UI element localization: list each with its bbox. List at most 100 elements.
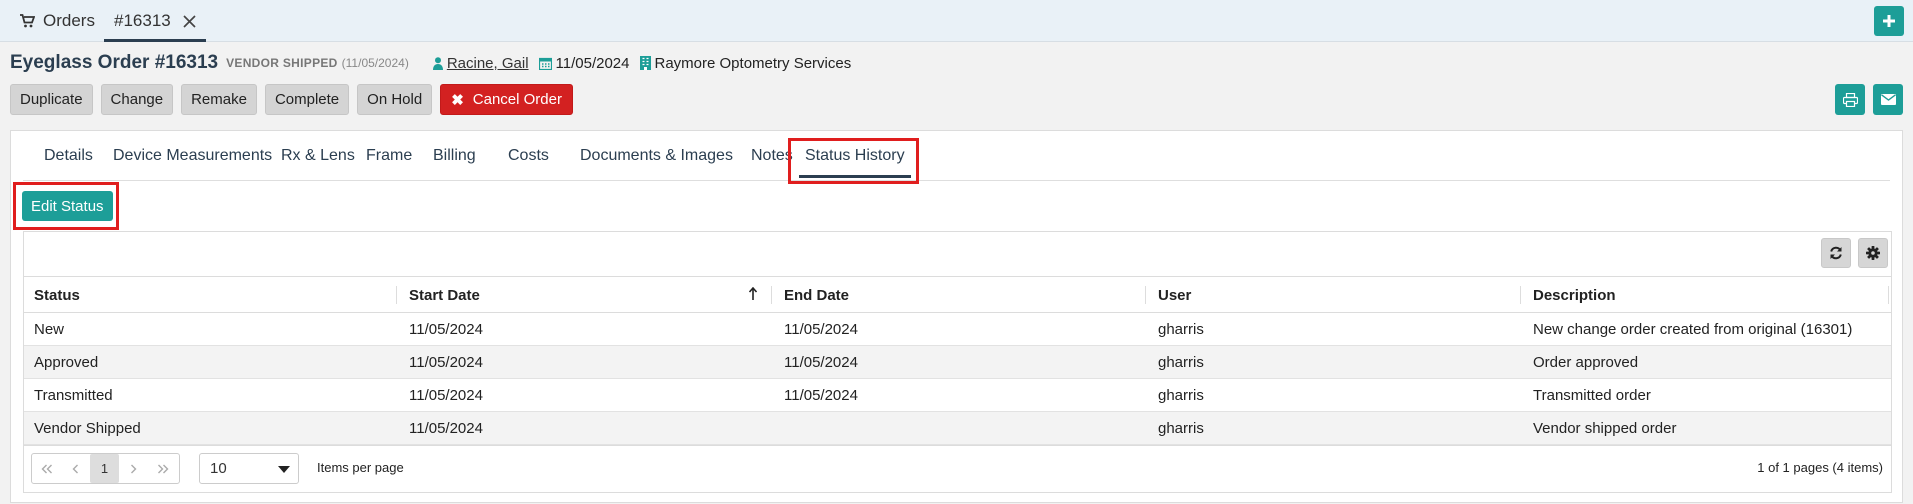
column-header-end-date[interactable]: End Date: [774, 277, 849, 313]
grid-toolbar: [24, 232, 1891, 277]
refresh-button[interactable]: [1821, 238, 1851, 268]
first-page-button[interactable]: [32, 454, 61, 483]
chevrons-right-icon: [157, 464, 168, 473]
complete-button[interactable]: Complete: [264, 84, 350, 115]
calendar-icon: [538, 57, 552, 70]
order-status-date: (11/05/2024): [341, 56, 409, 70]
edit-status-button[interactable]: Edit Status: [22, 191, 113, 221]
page-size-select[interactable]: 10: [199, 453, 299, 484]
status-history-grid: Status Start Date End Date User Descript…: [23, 231, 1892, 493]
cell-end-date: 11/05/2024: [784, 354, 858, 371]
order-date: 11/05/2024: [555, 54, 630, 72]
cell-end-date: 11/05/2024: [784, 321, 858, 338]
user-icon: [432, 56, 443, 70]
tab-orders-label: Orders: [43, 11, 95, 30]
cell-description: Transmitted order: [1533, 387, 1651, 404]
tab-rx-lens[interactable]: Rx & Lens: [271, 131, 365, 181]
tab-costs[interactable]: Costs: [498, 131, 559, 181]
gear-icon: [1866, 246, 1880, 260]
page-info: 1 of 1 pages (4 items): [1757, 460, 1883, 475]
cell-status: Transmitted: [34, 387, 113, 404]
page-title: Eyeglass Order #16313: [10, 52, 219, 73]
cell-start-date: 11/05/2024: [409, 321, 483, 338]
cancel-order-button[interactable]: ✖ Cancel Order: [440, 84, 573, 115]
chevron-left-icon: [72, 464, 78, 473]
cell-description: New change order created from original (…: [1533, 321, 1853, 338]
tab-notes[interactable]: Notes: [741, 131, 803, 181]
last-page-button[interactable]: [148, 454, 177, 483]
cell-start-date: 11/05/2024: [409, 387, 483, 404]
tab-details[interactable]: Details: [34, 131, 103, 181]
tab-order-label: #16313: [114, 11, 171, 30]
items-per-page-label: Items per page: [317, 460, 404, 475]
column-header-description[interactable]: Description: [1523, 277, 1616, 313]
envelope-icon: [1880, 94, 1896, 105]
cell-end-date: 11/05/2024: [784, 387, 858, 404]
remake-button[interactable]: Remake: [181, 84, 257, 115]
top-tab-bar: Orders #16313: [0, 0, 1913, 42]
cell-status: Vendor Shipped: [34, 420, 141, 437]
pager-controls: 1: [31, 453, 180, 484]
grid-settings-button[interactable]: [1858, 238, 1888, 268]
table-row[interactable]: New 11/05/2024 11/05/2024 gharris New ch…: [24, 313, 1891, 346]
table-row[interactable]: Transmitted 11/05/2024 11/05/2024 gharri…: [24, 379, 1891, 412]
column-divider: [771, 286, 772, 304]
next-page-button[interactable]: [119, 454, 148, 483]
building-icon: [639, 56, 651, 70]
column-header-user[interactable]: User: [1148, 277, 1191, 313]
tab-orders[interactable]: Orders: [20, 0, 95, 42]
table-row[interactable]: Approved 11/05/2024 11/05/2024 gharris O…: [24, 346, 1891, 379]
cell-start-date: 11/05/2024: [409, 354, 483, 371]
location-meta: Raymore Optometry Services: [639, 54, 852, 72]
close-icon[interactable]: [183, 14, 196, 28]
caret-down-icon: [278, 466, 290, 473]
cell-user: gharris: [1158, 321, 1204, 338]
order-panel: Details Device Measurements Rx & Lens Fr…: [10, 130, 1903, 503]
cancel-order-label: Cancel Order: [472, 91, 562, 108]
page-number-button[interactable]: 1: [90, 454, 119, 483]
table-row[interactable]: Vendor Shipped 11/05/2024 gharris Vendor…: [24, 412, 1891, 445]
print-button[interactable]: [1835, 84, 1865, 115]
location-name: Raymore Optometry Services: [654, 54, 852, 72]
email-button[interactable]: [1873, 84, 1903, 115]
cart-icon: [20, 14, 35, 28]
tab-status-history[interactable]: Status History: [795, 131, 915, 181]
tab-device-measurements[interactable]: Device Measurements: [103, 131, 282, 181]
order-tabs: Details Device Measurements Rx & Lens Fr…: [23, 131, 1890, 181]
patient-meta: Racine, Gail: [432, 55, 529, 72]
tab-order-16313[interactable]: #16313: [104, 0, 206, 42]
column-header-start-date[interactable]: Start Date: [399, 277, 480, 313]
chevrons-left-icon: [41, 464, 52, 473]
cell-user: gharris: [1158, 387, 1204, 404]
column-divider: [396, 286, 397, 304]
cell-user: gharris: [1158, 354, 1204, 371]
column-divider: [1520, 286, 1521, 304]
print-icon: [1842, 92, 1858, 107]
page-size-value: 10: [210, 460, 227, 477]
tab-documents-images[interactable]: Documents & Images: [570, 131, 743, 181]
tab-frame[interactable]: Frame: [356, 131, 422, 181]
change-button[interactable]: Change: [100, 84, 174, 115]
add-tab-button[interactable]: [1874, 6, 1904, 36]
order-status-badge: VENDOR SHIPPED: [226, 56, 338, 70]
column-divider: [1888, 286, 1889, 304]
chevron-right-icon: [131, 464, 137, 473]
column-divider: [1145, 286, 1146, 304]
sort-ascending-icon[interactable]: [749, 287, 757, 301]
on-hold-button[interactable]: On Hold: [357, 84, 433, 115]
cell-description: Order approved: [1533, 354, 1639, 371]
header-icon-actions: [1835, 84, 1903, 115]
column-header-status[interactable]: Status: [24, 277, 80, 313]
tab-billing[interactable]: Billing: [423, 131, 486, 181]
cell-description: Vendor shipped order: [1533, 420, 1677, 437]
duplicate-button[interactable]: Duplicate: [10, 84, 93, 115]
order-actions: Duplicate Change Remake Complete On Hold…: [10, 84, 573, 115]
grid-pager: 1 10 Items per page 1 of 1 pages (4 item…: [24, 445, 1891, 492]
grid-body: New 11/05/2024 11/05/2024 gharris New ch…: [24, 313, 1891, 445]
cell-end-date: [774, 412, 784, 445]
prev-page-button[interactable]: [61, 454, 90, 483]
order-header: Eyeglass Order #16313 VENDOR SHIPPED (11…: [10, 50, 851, 76]
order-date-meta: 11/05/2024: [538, 54, 630, 72]
patient-link[interactable]: Racine, Gail: [447, 55, 529, 72]
cell-start-date: 11/05/2024: [409, 420, 483, 437]
